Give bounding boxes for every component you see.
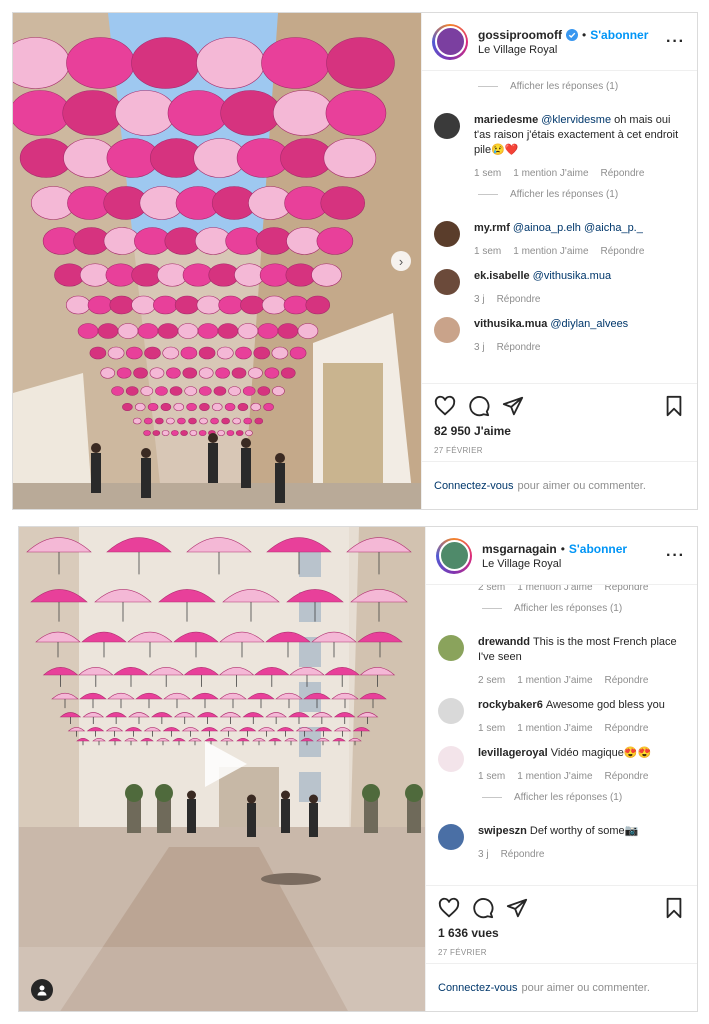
comment-icon[interactable] <box>472 897 494 919</box>
more-options-icon[interactable]: ··· <box>666 547 685 565</box>
post-header: gossiproomoff • S'abonner Le Village Roy… <box>422 13 697 71</box>
comment-meta: 3 j Répondre <box>474 342 541 353</box>
share-icon[interactable] <box>502 395 524 417</box>
reply-button[interactable]: Répondre <box>601 246 645 257</box>
show-replies-button[interactable]: Afficher les réponses (1) <box>438 593 685 623</box>
bookmark-icon[interactable] <box>663 395 685 417</box>
username[interactable]: msgarnagain <box>482 542 557 556</box>
comment-username[interactable]: swipeszn <box>478 825 527 837</box>
comment-text: Vidéo magique <box>550 747 624 759</box>
comment-meta: 1 sem 1 mention J'aime Répondre <box>478 723 649 734</box>
next-slide-button[interactable]: › <box>391 251 411 271</box>
comment-item: ek.isabelle @vithusika.mua 3 j Répondre <box>434 257 685 305</box>
bookmark-icon[interactable] <box>663 897 685 919</box>
comment-username[interactable]: rockybaker6 <box>478 699 543 711</box>
reply-button[interactable]: Répondre <box>605 771 649 782</box>
show-replies-button[interactable]: Afficher les réponses (1) <box>438 782 685 812</box>
action-bar: 82 950 J'aime 27 février <box>422 383 697 461</box>
verified-icon <box>566 28 578 41</box>
post-image-umbrellas[interactable] <box>13 13 421 509</box>
heart-icon[interactable] <box>438 897 460 919</box>
comment-meta: 2 sem 1 mention J'aime Répondre <box>478 585 649 593</box>
reply-button[interactable]: Répondre <box>605 723 649 734</box>
share-icon[interactable] <box>506 897 528 919</box>
login-link[interactable]: Connectez-vous <box>438 982 518 994</box>
comment-item: my.rmf @ainoa_p.elh @aicha_p._ 1 sem 1 ment… <box>434 209 685 257</box>
comment-username[interactable]: drewandd <box>478 636 530 648</box>
mention-link[interactable]: @ainoa_p.elh @aicha_p._ <box>513 222 643 234</box>
location-link[interactable]: Le Village Royal <box>482 558 666 570</box>
comment-meta: 1 sem 1 mention J'aime Répondre <box>474 246 645 257</box>
avatar[interactable] <box>438 635 464 661</box>
comment-item: levillageroyal Vidéo magique😍😍 1 sem 1 ment… <box>438 734 685 782</box>
comment-emoji: 😍😍 <box>623 747 652 759</box>
likes-count[interactable]: 82 950 J'aime <box>434 424 685 438</box>
mention-link[interactable]: @diylan_alvees <box>550 318 628 330</box>
comment-emoji: 📷 <box>624 825 639 837</box>
avatar[interactable] <box>434 317 460 343</box>
follow-button[interactable]: S'abonner <box>590 28 648 42</box>
avatar[interactable] <box>432 23 468 60</box>
comment-meta: 1 sem 1 mention J'aime Répondre <box>478 771 649 782</box>
comment-meta: 1 sem 1 mention J'aime Répondre <box>474 168 645 179</box>
comment-meta: 3 j Répondre <box>474 294 541 305</box>
reply-button[interactable]: Répondre <box>497 294 541 305</box>
location-link[interactable]: Le Village Royal <box>478 44 666 56</box>
comment-username[interactable]: my.rmf <box>474 222 510 234</box>
reply-button[interactable]: Répondre <box>501 849 545 860</box>
post-card-2: msgarnagain • S'abonner Le Village Royal… <box>18 526 698 1012</box>
post-sidebar: gossiproomoff • S'abonner Le Village Roy… <box>421 13 697 509</box>
comment-meta: 3 j Répondre <box>478 849 545 860</box>
avatar[interactable] <box>436 537 472 574</box>
heart-icon[interactable] <box>434 395 456 417</box>
avatar[interactable] <box>438 698 464 724</box>
avatar[interactable] <box>434 221 460 247</box>
comment-text: Awesome god bless you <box>545 699 665 711</box>
comment-item: mariedesme @klervidesme oh mais oui t'as … <box>434 101 685 179</box>
comment-item: drewandd This is the most French place I'… <box>438 623 685 686</box>
comment-username[interactable]: vithusika.mua <box>474 318 547 330</box>
reply-button[interactable]: Répondre <box>601 168 645 179</box>
show-replies-button[interactable]: Afficher les réponses (1) <box>434 179 685 209</box>
play-icon[interactable] <box>201 739 251 789</box>
mention-link[interactable]: @vithusika.mua <box>533 270 611 282</box>
comment-item: swipeszn Def worthy of some📷 3 j Répondre <box>438 812 685 860</box>
comment-icon[interactable] <box>468 395 490 417</box>
comments-list: Afficher les réponses (1) mariedesme @kler… <box>422 71 697 383</box>
login-link[interactable]: Connectez-vous <box>434 480 514 492</box>
comment-item: rockybaker6 Awesome god bless you 1 sem 1 m… <box>438 686 685 734</box>
post-sidebar: msgarnagain • S'abonner Le Village Royal… <box>425 527 697 1011</box>
reply-button[interactable]: Répondre <box>497 342 541 353</box>
login-prompt: Connectez-vous pour aimer ou commenter. <box>426 963 697 1011</box>
comment-username[interactable]: ek.isabelle <box>474 270 530 282</box>
show-replies-button[interactable]: Afficher les réponses (1) <box>434 71 685 101</box>
action-bar: 1 636 vues 27 février <box>426 885 697 963</box>
comment-item: vithusika.mua @diylan_alvees 3 j Répondre <box>434 305 685 353</box>
mention-link[interactable]: @klervidesme <box>541 114 611 126</box>
post-date: 27 février <box>434 446 483 455</box>
username[interactable]: gossiproomoff <box>478 28 562 42</box>
post-date: 27 février <box>438 948 487 957</box>
tagged-user-icon[interactable] <box>31 979 53 1001</box>
comment-meta: 2 sem 1 mention J'aime Répondre <box>478 675 649 686</box>
login-prompt: Connectez-vous pour aimer ou commenter. <box>422 461 697 509</box>
reply-button[interactable]: Répondre <box>605 675 649 686</box>
follow-button[interactable]: S'abonner <box>569 542 627 556</box>
avatar[interactable] <box>434 113 460 139</box>
more-options-icon[interactable]: ··· <box>666 33 685 51</box>
comment-username[interactable]: mariedesme <box>474 114 538 126</box>
comment-emoji: 😢❤️ <box>491 144 519 156</box>
comments-list: 2 sem 1 mention J'aime Répondre Afficher… <box>426 585 697 885</box>
views-count[interactable]: 1 636 vues <box>438 926 685 940</box>
avatar[interactable] <box>438 746 464 772</box>
post-card-1: › gossiproomoff • S'abonner Le Village R… <box>12 12 698 510</box>
avatar[interactable] <box>438 824 464 850</box>
avatar[interactable] <box>434 269 460 295</box>
comment-text: Def worthy of some <box>529 825 625 837</box>
comment-username[interactable]: levillageroyal <box>478 747 548 759</box>
post-header: msgarnagain • S'abonner Le Village Royal… <box>426 527 697 585</box>
